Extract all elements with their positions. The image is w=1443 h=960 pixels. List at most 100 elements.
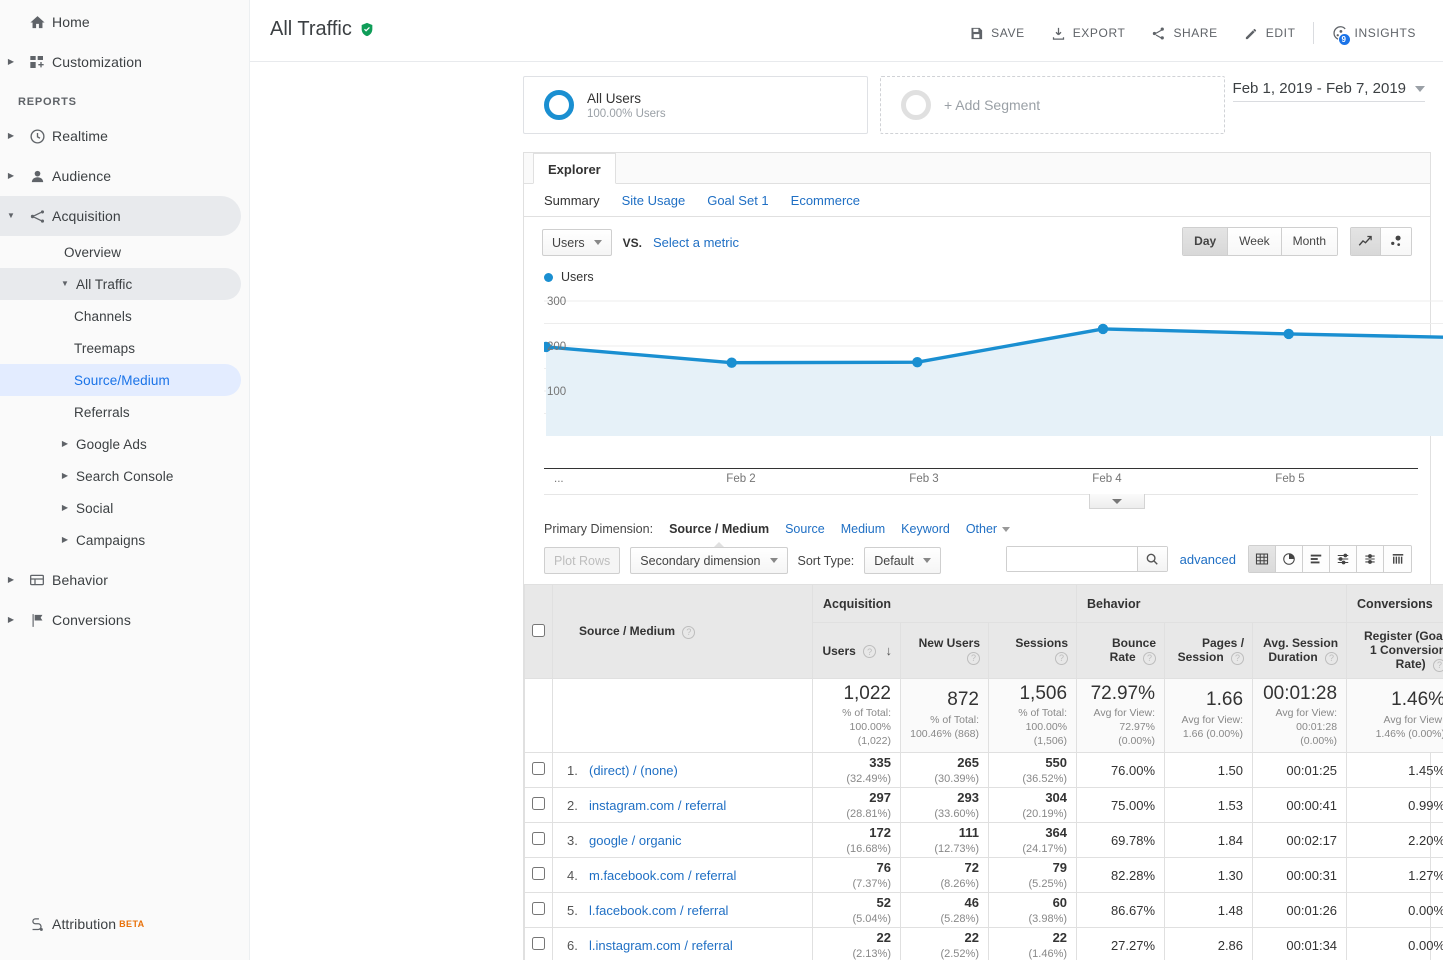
sidebar-item-all-traffic[interactable]: ▼ All Traffic (0, 268, 241, 300)
table-row[interactable]: 2. instagram.com / referral 297 (28.81%) 293… (524, 787, 1443, 823)
subtab-goal-set-1[interactable]: Goal Set 1 (707, 193, 768, 208)
table-view-icon[interactable] (1249, 546, 1276, 572)
granularity-month[interactable]: Month (1281, 228, 1337, 255)
primary-dimension-keyword[interactable]: Keyword (901, 522, 950, 536)
help-icon[interactable]: ? (1325, 651, 1339, 665)
advanced-link[interactable]: advanced (1180, 552, 1236, 567)
primary-dimension-current[interactable]: Source / Medium (669, 522, 769, 548)
chevron-right-icon[interactable]: ▶ (0, 116, 22, 156)
metric-select[interactable]: Users (542, 229, 612, 256)
column-header-pages-session[interactable]: Pages / Session ? (1164, 622, 1254, 679)
share-button[interactable]: SHARE (1138, 26, 1230, 41)
row-dimension-link[interactable]: google / organic (589, 833, 682, 848)
pivot-view-icon[interactable] (1384, 546, 1411, 572)
pie-view-icon[interactable] (1276, 546, 1303, 572)
sidebar-item-treemaps[interactable]: Treemaps (0, 332, 249, 364)
chart-expand-handle[interactable] (1089, 494, 1145, 509)
table-row[interactable]: 6. l.instagram.com / referral 22 (2.13%) 22 (… (524, 927, 1443, 960)
line-chart-icon[interactable] (1351, 228, 1381, 255)
sidebar-item-search-console[interactable]: ▶ Search Console (0, 460, 249, 492)
performance-view-icon[interactable] (1330, 546, 1357, 572)
chevron-right-icon[interactable]: ▶ (54, 524, 76, 556)
sidebar-item-realtime[interactable]: ▶ Realtime (0, 116, 249, 156)
row-checkbox[interactable] (532, 937, 545, 950)
sidebar-item-social[interactable]: ▶ Social (0, 492, 249, 524)
subtab-ecommerce[interactable]: Ecommerce (791, 193, 860, 208)
column-header-sessions[interactable]: Sessions ? (987, 622, 1078, 679)
row-dimension-link[interactable]: (direct) / (none) (589, 763, 678, 778)
bar-view-icon[interactable] (1303, 546, 1330, 572)
tab-explorer[interactable]: Explorer (533, 153, 616, 184)
table-row[interactable]: 1. (direct) / (none) 335 (32.49%) 265 (30.39%… (524, 752, 1443, 788)
row-dimension-link[interactable]: l.instagram.com / referral (589, 938, 733, 953)
sidebar-item-google-ads[interactable]: ▶ Google Ads (0, 428, 249, 460)
row-dimension-link[interactable]: m.facebook.com / referral (589, 868, 736, 883)
table-row[interactable]: 5. l.facebook.com / referral 52 (5.04%) 46 (5… (524, 892, 1443, 928)
subtab-site-usage[interactable]: Site Usage (622, 193, 686, 208)
column-header-users[interactable]: Users ? ↓ (812, 622, 901, 679)
primary-dimension-medium[interactable]: Medium (841, 522, 885, 536)
sidebar-item-attribution[interactable]: Attribution BETA (0, 904, 249, 944)
help-icon[interactable]: ? (1143, 651, 1157, 665)
motion-chart-icon[interactable] (1381, 228, 1411, 255)
column-header-avg-session-duration[interactable]: Avg. Session Duration ? (1252, 622, 1348, 679)
sort-descending-icon[interactable]: ↓ (886, 643, 893, 658)
column-header-bounce-rate[interactable]: Bounce Rate ? (1076, 622, 1166, 679)
help-icon[interactable]: ? (863, 645, 877, 659)
help-icon[interactable]: ? (1433, 658, 1443, 672)
comparison-view-icon[interactable] (1357, 546, 1384, 572)
row-checkbox[interactable] (532, 762, 545, 775)
granularity-day[interactable]: Day (1183, 228, 1229, 255)
chevron-right-icon[interactable]: ▶ (0, 42, 22, 82)
segment-all-users[interactable]: All Users 100.00% Users (523, 76, 868, 134)
chart-data-point[interactable] (726, 357, 737, 368)
sidebar-item-behavior[interactable]: ▶ Behavior (0, 560, 249, 600)
column-header-goal-conversion-rate[interactable]: Register (Goal 1 Conversion Rate) ? (1346, 622, 1443, 679)
sidebar-item-conversions[interactable]: ▶ Conversions (0, 600, 249, 640)
primary-dimension-other[interactable]: Other (966, 522, 1011, 536)
sidebar-item-overview[interactable]: Overview (0, 236, 249, 268)
chevron-down-icon[interactable]: ▼ (54, 268, 76, 300)
search-button[interactable] (1136, 547, 1167, 571)
plot-rows-button[interactable]: Plot Rows (544, 547, 621, 574)
search-input[interactable] (1006, 547, 1137, 571)
granularity-week[interactable]: Week (1228, 228, 1282, 255)
row-checkbox[interactable] (532, 832, 545, 845)
sort-type-select[interactable]: Default (864, 547, 941, 574)
row-checkbox[interactable] (532, 797, 545, 810)
dimension-header[interactable]: Source / Medium ? (552, 584, 813, 679)
add-segment-button[interactable]: + Add Segment (880, 76, 1225, 134)
chart-data-point[interactable] (1097, 323, 1109, 335)
date-range-picker[interactable]: Feb 1, 2019 - Feb 7, 2019 (1232, 80, 1425, 102)
sidebar-item-home[interactable]: Home (0, 2, 249, 42)
insights-button[interactable]: 9 INSIGHTS (1318, 25, 1429, 46)
chevron-right-icon[interactable]: ▶ (54, 428, 76, 460)
help-icon[interactable]: ? (967, 651, 980, 665)
chevron-down-icon[interactable]: ▼ (0, 196, 22, 236)
chevron-right-icon[interactable]: ▶ (0, 600, 22, 640)
row-checkbox[interactable] (532, 867, 545, 880)
export-button[interactable]: EXPORT (1038, 26, 1139, 41)
edit-button[interactable]: EDIT (1231, 26, 1309, 41)
sidebar-item-campaigns[interactable]: ▶ Campaigns (0, 524, 249, 556)
secondary-dimension-select[interactable]: Secondary dimension (630, 547, 788, 574)
chevron-right-icon[interactable]: ▶ (54, 492, 76, 524)
column-header-new-users[interactable]: New Users ? (900, 622, 989, 679)
chevron-right-icon[interactable]: ▶ (54, 460, 76, 492)
chevron-right-icon[interactable]: ▶ (0, 156, 22, 196)
chart-data-point[interactable] (1283, 328, 1294, 340)
subtab-summary[interactable]: Summary (544, 193, 600, 208)
row-dimension-link[interactable]: instagram.com / referral (589, 798, 726, 813)
select-all-checkbox[interactable] (532, 623, 545, 637)
save-button[interactable]: SAVE (956, 26, 1038, 41)
primary-dimension-source[interactable]: Source (785, 522, 825, 536)
table-row[interactable]: 3. google / organic 172 (16.68%) 111 (12.73%)… (524, 822, 1443, 858)
help-icon[interactable]: ? (1231, 651, 1245, 665)
help-icon[interactable]: ? (682, 625, 696, 639)
sidebar-item-customization[interactable]: ▶ Customization (0, 42, 249, 82)
select-metric-link[interactable]: Select a metric (653, 235, 739, 250)
row-checkbox[interactable] (532, 902, 545, 915)
sidebar-item-acquisition[interactable]: ▼ Acquisition (0, 196, 241, 236)
row-dimension-link[interactable]: l.facebook.com / referral (589, 903, 728, 918)
sidebar-item-channels[interactable]: Channels (0, 300, 249, 332)
